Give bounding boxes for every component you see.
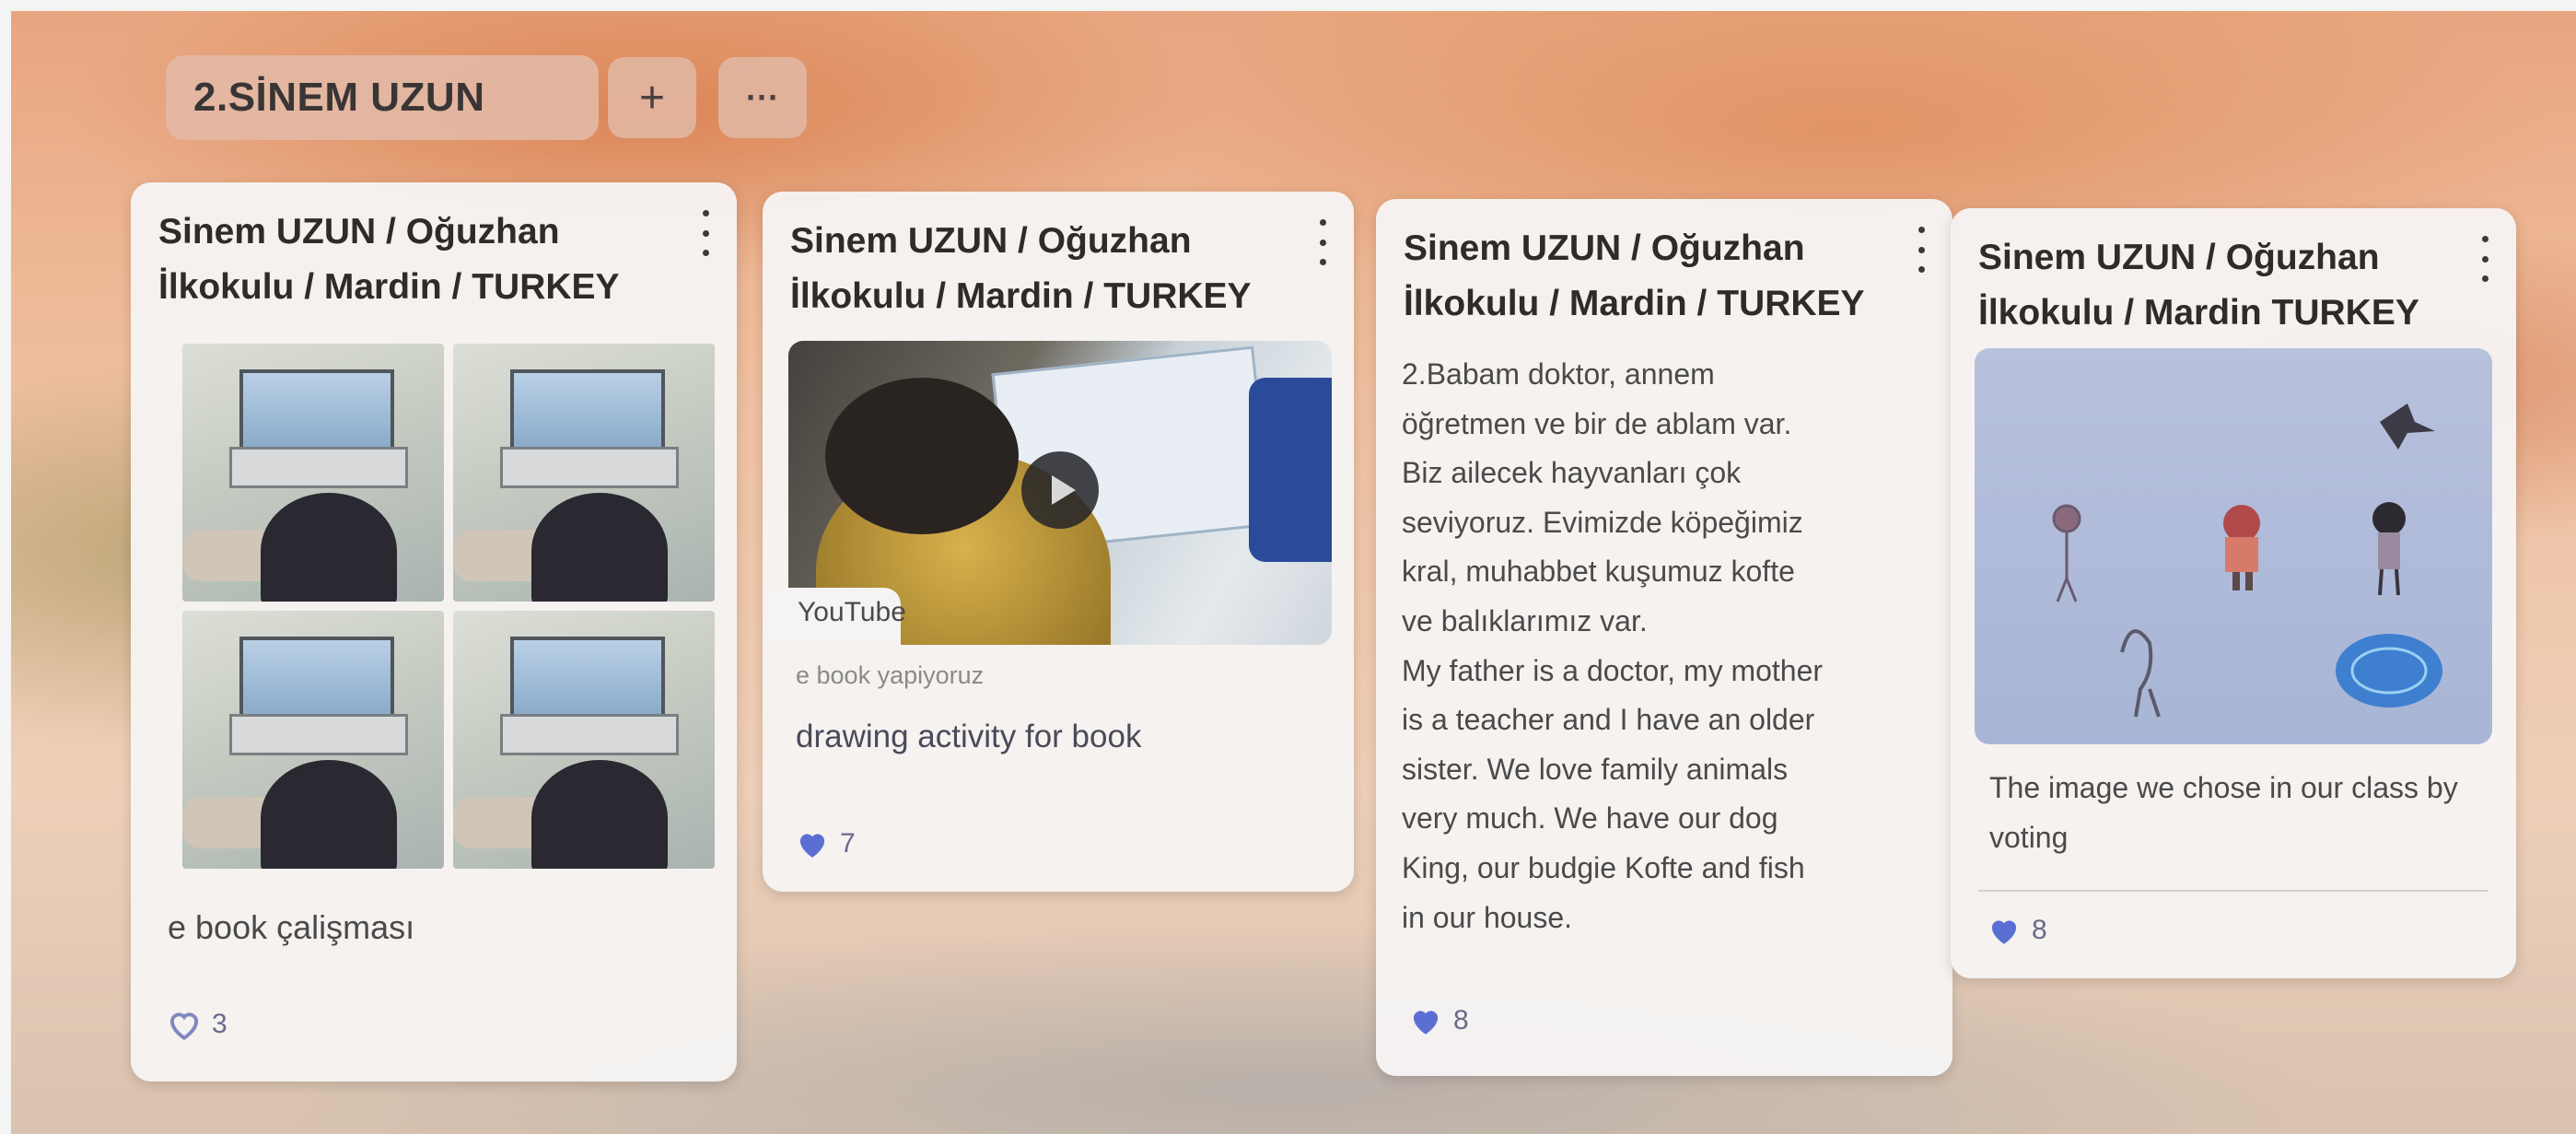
photo-collage[interactable] xyxy=(182,344,715,869)
post-author: Sinem UZUN / Oğuzhan İlkokulu / Mardin /… xyxy=(158,212,620,307)
post-body: 2.Babam doktor, annem öğretmen ve bir de… xyxy=(1402,357,1824,934)
section-title: 2.SİNEM UZUN xyxy=(193,75,485,120)
drawing-image[interactable] xyxy=(1975,348,2492,744)
collage-photo xyxy=(453,611,715,869)
dog-drawing xyxy=(2120,629,2161,718)
post-caption: e book çalişması xyxy=(168,908,415,946)
girl-figure xyxy=(2223,505,2260,590)
post-card[interactable]: Sinem UZUN / Oğuzhan İlkokulu / Mardin /… xyxy=(131,182,737,1081)
like-count: 8 xyxy=(1453,1005,1469,1035)
post-caption: The image we chose in our class by votin… xyxy=(1989,771,2458,854)
like-count: 7 xyxy=(840,828,856,859)
like-count: 8 xyxy=(2032,915,2047,945)
photo-frame-edge xyxy=(0,0,11,1134)
like-button[interactable]: 7 xyxy=(794,827,856,860)
heart-icon xyxy=(1413,1011,1439,1035)
divider xyxy=(1978,890,2489,892)
stick-figure xyxy=(2372,502,2406,596)
heart-icon xyxy=(799,834,825,858)
post-author: Sinem UZUN / Oğuzhan İlkokulu / Mardin /… xyxy=(1404,228,1865,323)
heart-icon xyxy=(169,1012,199,1041)
section-header[interactable]: 2.SİNEM UZUN xyxy=(166,55,599,140)
stick-figure xyxy=(2052,504,2081,602)
collage-photo xyxy=(453,344,715,602)
play-icon[interactable] xyxy=(1021,451,1099,529)
kebab-menu-icon[interactable] xyxy=(1912,227,1930,273)
post-author: Sinem UZUN / Oğuzhan İlkokulu / Mardin /… xyxy=(790,221,1252,316)
more-horizontal-icon: ··· xyxy=(746,78,779,116)
video-title[interactable]: e book yapiyoruz xyxy=(796,661,984,690)
collage-photo xyxy=(182,344,444,602)
post-card[interactable]: Sinem UZUN / Oğuzhan İlkokulu / Mardin /… xyxy=(763,192,1354,892)
heart-icon xyxy=(1991,920,2017,944)
photo-frame-edge xyxy=(0,0,2576,11)
like-count: 3 xyxy=(212,1009,227,1039)
kebab-menu-icon[interactable] xyxy=(2476,236,2494,282)
section-more-button[interactable]: ··· xyxy=(718,57,807,138)
like-button[interactable]: 8 xyxy=(1407,1004,1469,1037)
like-button[interactable]: 8 xyxy=(1986,914,2047,947)
plus-icon: + xyxy=(638,73,666,123)
kebab-menu-icon[interactable] xyxy=(696,210,715,256)
post-author: Sinem UZUN / Oğuzhan İlkokulu / Mardin T… xyxy=(1978,238,2419,333)
collage-photo xyxy=(182,611,444,869)
video-source: YouTube xyxy=(798,597,906,627)
post-caption: drawing activity for book xyxy=(796,719,1142,754)
like-button[interactable]: 3 xyxy=(166,1008,227,1041)
post-card[interactable]: Sinem UZUN / Oğuzhan İlkokulu / Mardin /… xyxy=(1376,199,1952,1076)
kebab-menu-icon[interactable] xyxy=(1313,219,1332,265)
post-card[interactable]: Sinem UZUN / Oğuzhan İlkokulu / Mardin T… xyxy=(1951,208,2516,978)
add-post-button[interactable]: + xyxy=(608,57,696,138)
